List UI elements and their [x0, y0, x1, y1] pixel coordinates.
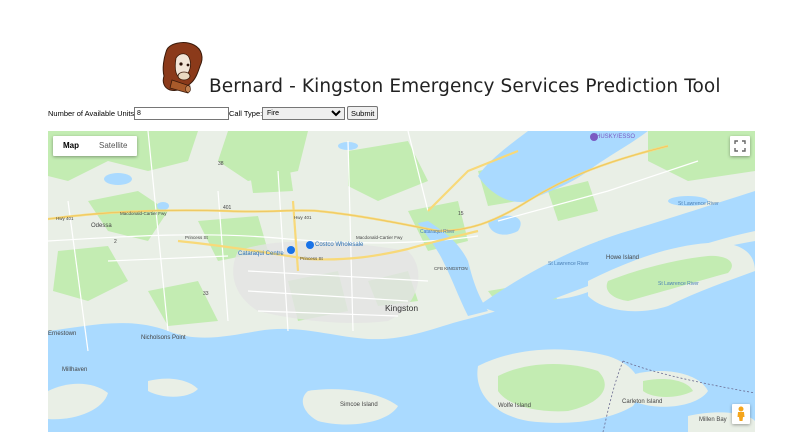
map-tiles — [48, 131, 755, 432]
map-label-howe-island: Howe Island — [606, 255, 640, 261]
page-title: Bernard - Kingston Emergency Services Pr… — [209, 76, 721, 97]
map-label-carleton-island: Carleton Island — [622, 399, 663, 405]
map-label-hwy-401-west: Hwy 401 — [56, 216, 74, 221]
map-label-route-15: 15 — [458, 211, 464, 217]
pegman-button[interactable] — [732, 404, 750, 424]
map-label-kingston: Kingston — [385, 303, 419, 313]
map-type-control: Map Satellite — [53, 136, 138, 156]
map-label-hwy-401-east: Hwy 401 — [294, 215, 312, 220]
call-type-label: Call Type: — [229, 109, 263, 118]
units-input[interactable] — [134, 107, 229, 120]
call-type-select[interactable]: Fire — [262, 107, 345, 120]
map-label-costco: Costco Wholesale — [315, 242, 364, 248]
fullscreen-button[interactable] — [730, 136, 750, 156]
map-label-simcoe-island: Simcoe Island — [340, 402, 378, 408]
fullscreen-icon — [734, 140, 746, 152]
map-label-nicholsons-point: Nicholsons Point — [141, 335, 186, 341]
st-bernard-logo-icon — [158, 40, 208, 96]
pegman-icon — [737, 406, 745, 421]
map-label-st-lawrence-river-3: St Lawrence River — [678, 201, 719, 207]
map-label-princess-st-1: Princess St — [185, 235, 208, 240]
map-type-map-button[interactable]: Map — [53, 136, 89, 156]
map-type-satellite-button[interactable]: Satellite — [89, 136, 137, 156]
map-label-cataraqui: Cataraqui Centre — [238, 251, 284, 257]
map-label-millhaven: Millhaven — [62, 367, 88, 373]
map-label-st-lawrence-river-1: St Lawrence River — [548, 261, 589, 267]
map-label-cfb-kingston: CFB KINGSTON — [434, 266, 468, 271]
map-label-princess-st-2: Princess St — [300, 256, 323, 261]
map-label-route-33: 33 — [203, 291, 209, 297]
units-label: Number of Available Units: — [48, 109, 137, 118]
map-label-ernestown: Ernestown — [48, 331, 77, 337]
map-label-millen-bay: Millen Bay — [699, 417, 727, 423]
map-label-macdonald-cartier-fwy-2: Macdonald-Cartier Fwy — [356, 235, 403, 240]
map-label-route-401: 401 — [223, 205, 232, 211]
map-label-route-38: 38 — [218, 161, 224, 167]
map-label-st-lawrence-river-2: St Lawrence River — [658, 281, 699, 287]
map-label-route-2: 2 — [114, 239, 117, 245]
map-label-odessa: Odessa — [91, 223, 112, 229]
submit-button[interactable]: Submit — [347, 106, 379, 120]
map-label-macdonald-cartier-fwy-1: Macdonald-Cartier Fwy — [120, 211, 167, 216]
map-label-cataraqui-river: Cataraqui River — [420, 229, 455, 235]
map-view[interactable]: HUSKY/ESSO Costco Wholesale Cataraqui Ce… — [48, 131, 755, 432]
map-label-wolfe-island: Wolfe Island — [498, 403, 531, 409]
map-label-husky: HUSKY/ESSO — [596, 134, 636, 140]
